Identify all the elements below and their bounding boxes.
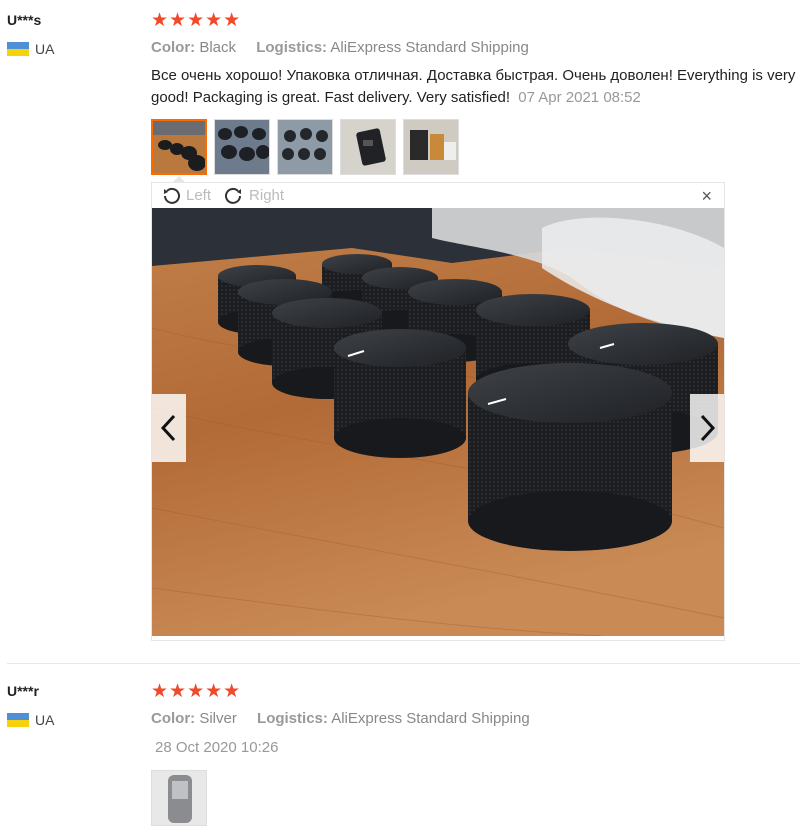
photo-thumbnail-3[interactable] [277,119,333,175]
review-1: U***s UA ★★★★★ Color: Black Logistics: A… [0,0,800,663]
chevron-left-icon [160,414,176,442]
color-label: Color: [151,710,196,727]
photo-thumbnail-2[interactable] [214,119,270,175]
rotate-right-button[interactable]: Right [225,187,284,205]
review-body: Все очень хорошо! Упаковка отличная. Дос… [151,67,796,106]
star-rating: ★★★★★ [151,681,242,702]
close-icon[interactable]: × [701,186,712,207]
chevron-right-icon [700,414,716,442]
review-date: 07 Apr 2021 08:52 [518,89,641,106]
review-text: Все очень хорошо! Упаковка отличная. Дос… [151,65,800,109]
rotate-left-button[interactable]: Left [162,187,211,205]
viewer-toolbar: Left Right × [152,183,724,208]
review-meta: Color: Black Logistics: AliExpress Stand… [151,39,545,56]
color-value: Black [199,39,237,56]
ukraine-flag-icon [7,42,29,56]
logistics-value: AliExpress Standard Shipping [330,39,529,56]
rotate-right-label: Right [249,187,285,204]
review-date: 28 Oct 2020 10:26 [155,739,279,756]
logistics-label: Logistics: [257,710,328,727]
photo-thumbnail-1[interactable] [151,119,207,175]
rotate-left-icon [164,187,180,204]
photo-viewer: Left Right × [151,182,725,641]
country-code: UA [35,41,55,57]
photo-thumbnails [151,119,459,175]
star-rating: ★★★★★ [151,10,242,31]
review-photo-large [152,208,724,636]
photo-thumbnail-1[interactable] [151,770,207,826]
ukraine-flag-icon [7,713,29,727]
reviewer-name: U***r [7,683,39,699]
photo-thumbnail-5[interactable] [403,119,459,175]
reviewer-name: U***s [7,12,42,28]
color-value: Silver [199,710,237,727]
logistics-label: Logistics: [256,39,328,56]
next-photo-button[interactable] [690,394,724,462]
review-meta: Color: Silver Logistics: AliExpress Stan… [151,710,546,727]
rotate-left-label: Left [186,187,212,204]
review-2: U***r UA ★★★★★ Color: Silver Logistics: … [0,664,800,826]
reviewer-country: UA [7,712,54,728]
logistics-value: AliExpress Standard Shipping [331,710,530,727]
photo-thumbnail-4[interactable] [340,119,396,175]
photo-thumbnails [151,770,207,826]
reviewer-country: UA [7,41,54,57]
previous-photo-button[interactable] [152,394,186,462]
country-code: UA [35,712,55,728]
rotate-right-icon [225,187,242,204]
color-label: Color: [151,39,196,56]
